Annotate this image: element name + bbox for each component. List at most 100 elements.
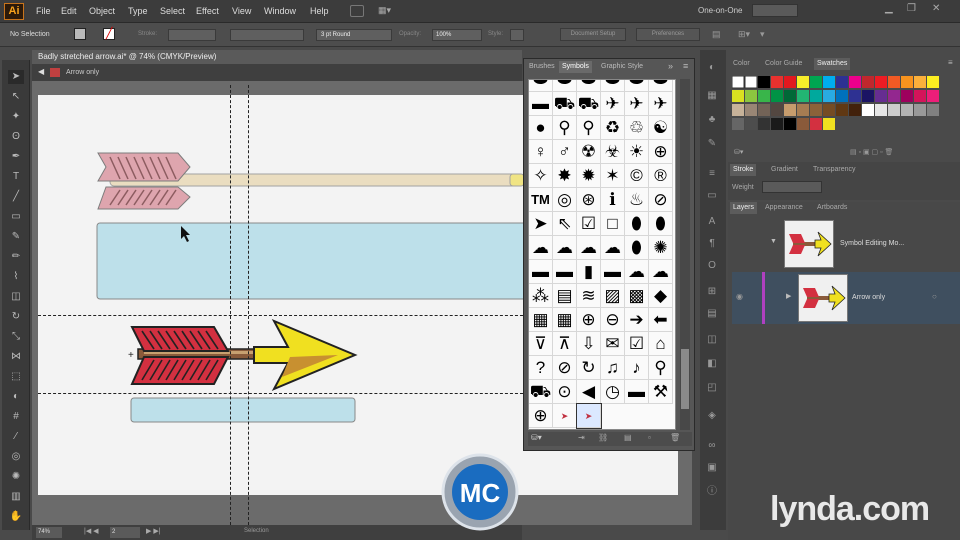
magic-wand-tool-icon[interactable]: ✦ <box>8 110 24 124</box>
grid-icon[interactable]: ▦ <box>553 308 577 332</box>
speech-bubble-icon[interactable]: ☁ <box>529 236 553 260</box>
biohazard-icon[interactable]: ☣ <box>601 140 625 164</box>
info-panel-icon[interactable]: ⓘ <box>705 486 719 498</box>
speech-bubble-icon[interactable]: ▬ <box>529 260 553 284</box>
menu-view[interactable]: View <box>232 6 251 16</box>
radiation-icon[interactable]: ☢ <box>577 140 601 164</box>
symbol-item[interactable]: ⬬ <box>529 80 553 92</box>
transform-icon[interactable]: ⊞▾ <box>738 29 750 40</box>
tab-color[interactable]: Color <box>730 58 753 70</box>
bicycle-icon[interactable]: ⚲ <box>553 116 577 140</box>
tab-transparency[interactable]: Transparency <box>810 164 859 176</box>
layer-row-selected[interactable]: ◉ ▶ Arrow only ○ <box>732 272 960 324</box>
recycle-icon[interactable]: ♻ <box>601 116 625 140</box>
transform-panel-icon[interactable]: ⊞ <box>705 286 719 298</box>
cursor-icon[interactable]: ➤ <box>529 212 553 236</box>
minimize-icon[interactable]: ▁ <box>885 3 893 14</box>
column-graph-tool-icon[interactable]: ▥ <box>8 490 24 504</box>
paragraph-panel-icon[interactable]: ¶ <box>705 238 719 250</box>
search-field[interactable] <box>752 4 798 17</box>
tab-brushes[interactable]: Brushes <box>526 61 558 73</box>
guide-horizontal[interactable] <box>38 393 528 394</box>
tab-gradient[interactable]: Gradient <box>768 164 801 176</box>
speech-bubble-icon[interactable]: ☁ <box>553 236 577 260</box>
stroke-weight-input[interactable] <box>762 181 822 193</box>
copyright-icon[interactable]: © <box>625 164 649 188</box>
symbol-item[interactable]: ⬬ <box>625 80 649 92</box>
speech-bubble-icon[interactable]: ✺ <box>649 236 673 260</box>
minus-bar-icon[interactable]: ▬ <box>625 380 649 404</box>
airplane-icon[interactable]: ✈ <box>625 92 649 116</box>
speech-bubble-icon[interactable]: ▬ <box>601 260 625 284</box>
layer-name[interactable]: Arrow only <box>852 294 885 301</box>
no-symbol-icon[interactable]: ⊘ <box>553 356 577 380</box>
document-tab[interactable]: Badly stretched arrow.ai* @ 74% (CMYK/Pr… <box>32 50 522 64</box>
up-circle-icon[interactable]: ⊼ <box>553 332 577 356</box>
pattern-icon[interactable]: ⁂ <box>529 284 553 308</box>
symbol-sprayer-tool-icon[interactable]: ✺ <box>8 470 24 484</box>
info-icon[interactable]: ℹ <box>601 188 625 212</box>
blob-brush-tool-icon[interactable]: ⌇ <box>8 270 24 284</box>
bicycle-icon[interactable]: ⚲ <box>577 116 601 140</box>
swatches-grid[interactable] <box>732 76 946 134</box>
close-icon[interactable]: ✕ <box>932 3 940 14</box>
tab-layers[interactable]: Layers <box>730 202 758 214</box>
swatch-panel-icon[interactable]: ▦ <box>705 90 719 102</box>
selection-tool-icon[interactable]: ➤ <box>8 70 24 84</box>
star-icon[interactable]: ✶ <box>601 164 625 188</box>
artboard-number-field[interactable]: 2 <box>110 527 140 538</box>
tab-appearance[interactable]: Appearance <box>762 202 806 214</box>
guide-vertical[interactable] <box>230 85 231 525</box>
stroke-swatch[interactable]: ╱ <box>103 28 115 40</box>
first-artboard-icon[interactable]: |◀ ◀ <box>84 527 99 535</box>
search-icon[interactable]: ⚲ <box>649 356 673 380</box>
symbol-options-icon[interactable]: ▤ <box>624 433 632 442</box>
free-transform-tool-icon[interactable]: ⬚ <box>8 370 24 384</box>
hand-tool-icon[interactable]: ✋ <box>8 510 24 524</box>
artboards-panel-icon[interactable]: ▣ <box>705 462 719 474</box>
layers-panel-icon[interactable]: ◈ <box>705 410 719 422</box>
yin-yang-icon[interactable]: ☯ <box>649 116 673 140</box>
zoom-field[interactable]: 74% <box>36 527 62 538</box>
rotate-tool-icon[interactable]: ↻ <box>8 310 24 324</box>
sparkle-icon[interactable]: ✧ <box>529 164 553 188</box>
speech-bubble-icon[interactable]: ⬮ <box>625 236 649 260</box>
scrollbar[interactable] <box>680 79 690 430</box>
document-setup-button[interactable]: Document Setup <box>560 28 626 41</box>
arrange-documents-icon[interactable]: ▦▾ <box>378 5 400 17</box>
align-icon[interactable]: ▤ <box>712 29 721 40</box>
symbol-item[interactable]: ⬬ <box>577 80 601 92</box>
arrow-left-icon[interactable]: ⬅ <box>649 308 673 332</box>
menu-type[interactable]: Type <box>128 6 148 16</box>
globe-icon[interactable]: ⊕ <box>649 140 673 164</box>
pattern-icon[interactable]: ≋ <box>577 284 601 308</box>
fire-icon[interactable]: ♨ <box>625 188 649 212</box>
layer-name[interactable]: Symbol Editing Mo... <box>840 240 904 247</box>
speech-bubble-icon[interactable]: ☁ <box>625 260 649 284</box>
eraser-tool-icon[interactable]: ◫ <box>8 290 24 304</box>
place-symbol-icon[interactable]: ⇥ <box>578 433 585 442</box>
break-link-icon[interactable]: ⛓ <box>598 433 608 442</box>
preferences-button[interactable]: Preferences <box>636 28 700 41</box>
swatch-library-icon[interactable]: ⛁▾ <box>734 148 743 156</box>
appearance-panel-icon[interactable]: ◰ <box>705 382 719 394</box>
speech-bubble-icon[interactable]: ▮ <box>577 260 601 284</box>
panel-menu-icon[interactable]: ≡ <box>948 58 953 67</box>
scrollbar-thumb[interactable] <box>681 349 689 409</box>
type-tool-icon[interactable]: T <box>8 170 24 184</box>
pattern-icon[interactable]: ▩ <box>625 284 649 308</box>
menu-edit[interactable]: Edit <box>61 6 77 16</box>
spiral-icon[interactable]: ⊛ <box>577 188 601 212</box>
style-picker[interactable] <box>510 29 524 41</box>
visibility-eye-icon[interactable]: ◉ <box>736 292 743 301</box>
layer-row[interactable]: ▼ Symbol Editing Mo... <box>732 218 960 270</box>
truck-icon[interactable]: ⛟ <box>577 92 601 116</box>
cursor-outline-icon[interactable]: ⇖ <box>553 212 577 236</box>
checkbox-icon[interactable]: ☑ <box>625 332 649 356</box>
character-panel-icon[interactable]: A <box>705 216 719 228</box>
speech-bubble-icon[interactable]: ⬮ <box>625 212 649 236</box>
male-icon[interactable]: ♂ <box>553 140 577 164</box>
menu-window[interactable]: Window <box>264 6 296 16</box>
control-menu-icon[interactable]: ▾ <box>760 29 765 40</box>
back-arrow-icon[interactable]: ◀ <box>38 67 48 77</box>
